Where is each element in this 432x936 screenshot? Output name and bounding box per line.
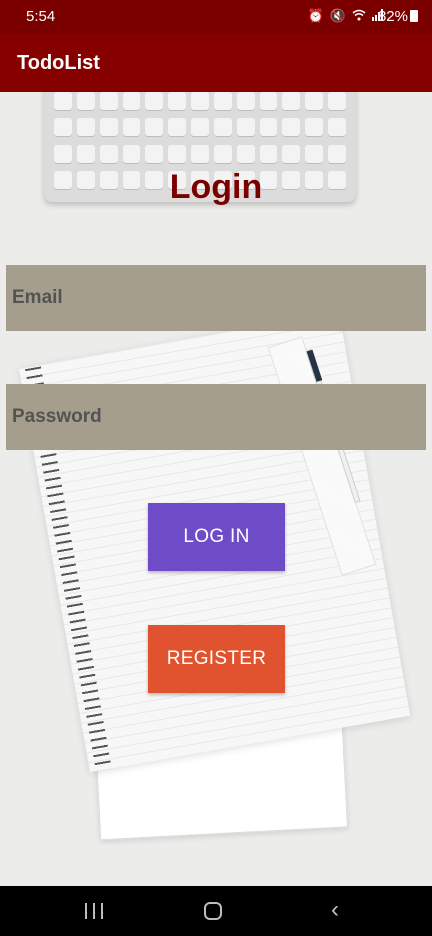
register-button[interactable]: REGISTER (148, 625, 285, 693)
email-input[interactable] (6, 265, 426, 331)
battery-icon (410, 10, 418, 22)
password-input[interactable] (6, 384, 426, 450)
battery-percent: 82% (377, 8, 408, 25)
status-bar: 5:54 ⏰ 🔇 82% (0, 0, 432, 34)
recents-icon[interactable] (85, 903, 103, 919)
login-button[interactable]: LOG IN (148, 503, 285, 571)
app-title: TodoList (17, 52, 100, 74)
app-bar: TodoList (0, 34, 432, 92)
alarm-icon: ⏰ (307, 8, 324, 23)
wifi-icon (352, 9, 366, 24)
login-screen: Login LOG IN REGISTER (0, 92, 432, 886)
mute-icon: 🔇 (329, 8, 346, 23)
login-title: Login (169, 168, 263, 206)
battery-status: 82% (378, 8, 418, 25)
status-icons: ⏰ 🔇 (308, 8, 384, 24)
status-time: 5:54 (26, 8, 56, 25)
home-icon[interactable] (204, 902, 222, 920)
system-nav-bar: ‹ (0, 886, 432, 936)
back-icon[interactable]: ‹ (331, 898, 339, 922)
